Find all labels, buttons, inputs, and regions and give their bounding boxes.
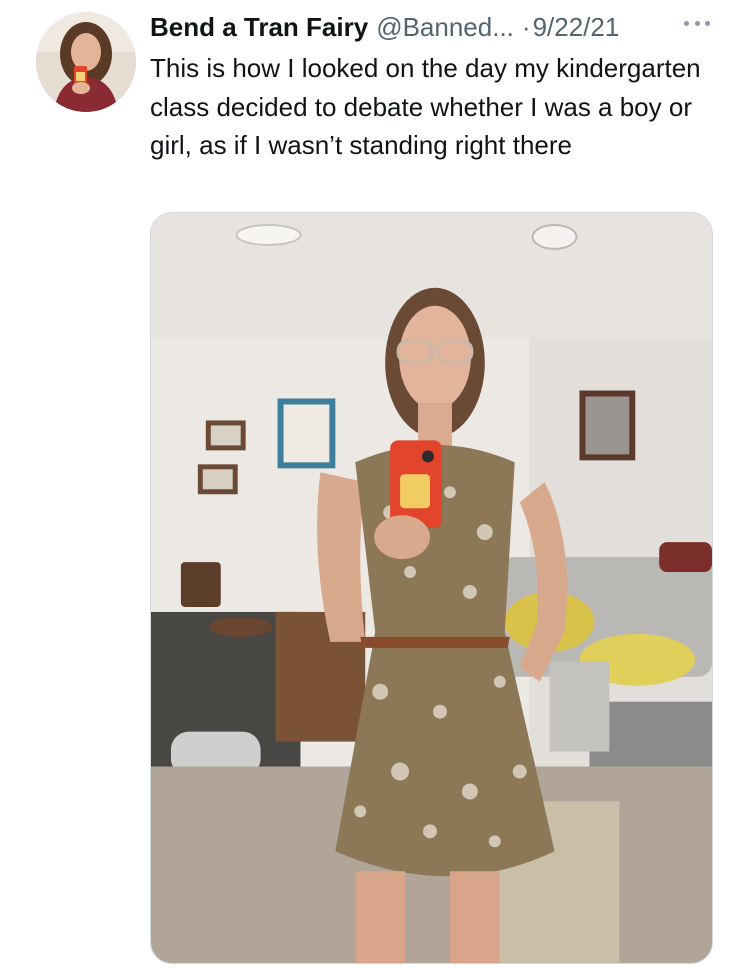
more-horizontal-icon[interactable]	[684, 16, 710, 30]
display-name[interactable]: Bend a Tran Fairy	[150, 12, 368, 43]
tweet-card[interactable]: Bend a Tran Fairy @Banned... · 9/22/21 T…	[0, 0, 750, 968]
photo-image	[151, 213, 712, 963]
avatar[interactable]	[36, 12, 136, 112]
tweet-media[interactable]	[150, 212, 713, 964]
user-handle[interactable]: @Banned...	[376, 12, 514, 43]
tweet-date[interactable]: 9/22/21	[533, 12, 620, 43]
tweet-header: Bend a Tran Fairy @Banned... · 9/22/21	[150, 12, 710, 46]
tweet-text: This is how I looked on the day my kinde…	[150, 53, 701, 160]
separator-dot: ·	[521, 12, 531, 42]
avatar-image	[36, 12, 136, 112]
